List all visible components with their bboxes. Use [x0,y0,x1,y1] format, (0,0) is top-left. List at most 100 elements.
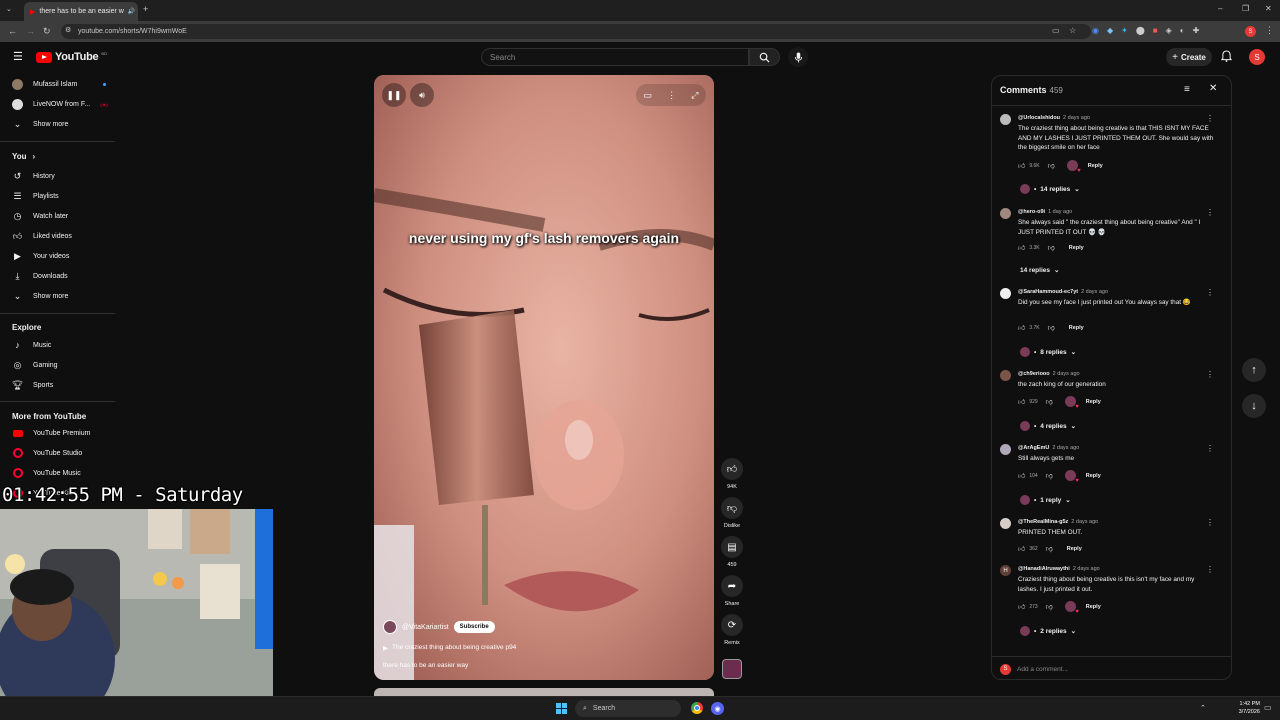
sidebar-item-music[interactable]: ♪ Music [12,338,51,352]
reply-button[interactable]: Reply [1086,604,1101,610]
share-button[interactable]: ➦ Share [720,575,744,607]
reply-button[interactable]: Reply [1086,399,1101,405]
reply-button[interactable]: Reply [1067,546,1082,552]
create-button[interactable]: + Create [1166,48,1212,66]
extension-icon[interactable]: ◆ [1107,26,1113,35]
commenter-avatar[interactable] [1000,208,1011,219]
thumbs-up-icon[interactable]: 👍︎ [1018,397,1025,406]
channel-avatar[interactable] [383,620,397,634]
reply-button[interactable]: Reply [1086,473,1101,479]
sidebar-item-sports[interactable]: 🏆︎ Sports [12,378,53,392]
account-avatar[interactable]: S [1249,49,1265,65]
extension-icon[interactable]: ◉ [1092,26,1099,35]
shorts-video-player[interactable]: never using my gf's lash removers again … [374,75,714,680]
captions-icon[interactable]: ▭ [644,90,653,101]
thumbs-down-icon[interactable]: 👎︎ [1046,544,1053,553]
sidebar-item-gaming[interactable]: ◎ Gaming [12,358,58,372]
thumbs-down-icon[interactable]: 👎︎ [1046,397,1053,406]
comment-author[interactable]: @Urlocalshidou 2 days ago [1018,115,1090,121]
comment-menu-icon[interactable]: ⋮ [1206,370,1214,379]
comment-author[interactable]: @HanadiAlruwaythi 2 days ago [1018,566,1100,572]
commenter-avatar[interactable] [1000,288,1011,299]
chrome-icon[interactable] [691,702,703,714]
like-button[interactable]: 👍︎ 94K [720,458,744,490]
search-button[interactable] [749,48,780,66]
commenter-avatar[interactable] [1000,114,1011,125]
sidebar-item-watch-later[interactable]: ◷ Watch later [12,209,69,223]
minimize-icon[interactable]: – [1218,5,1222,13]
thumbs-down-icon[interactable]: 👎︎ [1048,161,1055,170]
taskbar-search[interactable]: ⌕ Search [575,700,681,717]
reload-icon[interactable]: ↻ [43,27,51,36]
subscribe-button[interactable]: Subscribe [453,621,495,633]
hamburger-menu-icon[interactable]: ☰ [13,52,23,63]
start-button[interactable] [556,703,567,714]
sidebar-item-youtube-studio[interactable]: YouTube Studio [12,446,82,460]
comment-menu-icon[interactable]: ⋮ [1206,518,1214,527]
comment-menu-icon[interactable]: ⋮ [1206,288,1214,297]
view-replies-button[interactable]: • 4 replies ⌄ [1020,421,1076,431]
forward-icon[interactable]: → [26,27,35,36]
comment-menu-icon[interactable]: ⋮ [1206,114,1214,123]
extension-icon[interactable]: ■ [1153,26,1158,35]
tab-search-icon[interactable]: ⌄ [6,6,12,13]
sidebar-item-youtube-premium[interactable]: YouTube Premium [12,426,90,440]
view-replies-button[interactable]: • 2 replies ⌄ [1020,626,1076,636]
sound-thumbnail[interactable] [722,659,742,679]
comment-author[interactable]: @hero-o9i 1 day ago [1018,209,1072,215]
extension-icon[interactable]: ◈ [1166,26,1172,35]
thumbs-down-icon[interactable]: 👎︎ [1048,243,1055,252]
bookmark-star-icon[interactable]: ☆ [1069,27,1076,35]
view-replies-button[interactable]: 14 replies ⌄ [1020,266,1059,275]
sidebar-item-youtube-music[interactable]: YouTube Music [12,466,81,480]
dislike-button[interactable]: 👎︎ Dislike [720,497,744,529]
audio-icon[interactable]: 🔊 [128,8,135,15]
pause-button[interactable]: ❚❚ [382,83,406,107]
search-input[interactable]: Search [481,48,749,66]
youtube-logo[interactable]: YouTube BD [36,51,107,63]
channel-name[interactable]: @VitaKariartist [402,624,449,631]
browser-tab[interactable]: ▶ there has to be an easier w 🔊 ✕ [24,2,138,21]
notification-icon[interactable]: ▭ [1264,703,1272,712]
view-replies-button[interactable]: • 8 replies ⌄ [1020,347,1076,357]
commenter-avatar[interactable] [1000,444,1011,455]
sidebar-item-your-videos[interactable]: ▶ Your videos [12,249,69,263]
commenter-avatar[interactable]: H [1000,565,1011,576]
comment-author[interactable]: @ArAgEmU 2 days ago [1018,445,1079,451]
extension-icon[interactable]: ✦ [1121,26,1128,35]
thumbs-up-icon[interactable]: 👍︎ [1018,243,1025,252]
comment-menu-icon[interactable]: ⋮ [1206,565,1214,574]
commenter-avatar[interactable] [1000,370,1011,381]
profile-avatar-icon[interactable]: S [1245,26,1256,37]
thumbs-down-icon[interactable]: 👎︎ [1048,323,1055,332]
discord-icon[interactable]: ◉ [711,702,724,715]
comments-button[interactable]: ▤ 459 [720,536,744,568]
close-icon[interactable]: ✕ [1209,83,1217,94]
reply-button[interactable]: Reply [1069,245,1084,251]
comment-menu-icon[interactable]: ⋮ [1206,444,1214,453]
sidebar-subscription[interactable]: Mufassil Islam [12,77,107,91]
thumbs-up-icon[interactable]: 👍︎ [1018,161,1025,170]
sidebar-item-downloads[interactable]: ⤓ Downloads [12,269,68,283]
sort-icon[interactable]: ≡ [1184,84,1190,95]
new-tab-icon[interactable]: + [143,5,148,14]
thumbs-up-icon[interactable]: 👍︎ [1018,323,1025,332]
add-comment-input[interactable]: S Add a comment... [992,656,1231,679]
comment-author[interactable]: @TheRealMina-g5z 2 days ago [1018,519,1098,525]
view-replies-button[interactable]: • 14 replies ⌄ [1020,184,1080,194]
back-icon[interactable]: ← [8,27,17,36]
view-replies-button[interactable]: • 1 reply ⌄ [1020,495,1071,505]
thumbs-down-icon[interactable]: 👎︎ [1046,471,1053,480]
sidebar-show-more[interactable]: ⌄ Show more [12,289,69,303]
maximize-icon[interactable]: ❐ [1242,5,1249,13]
taskbar-clock[interactable]: 1:42 PM 3/7/2026 [1226,700,1260,716]
volume-button[interactable]: 🔊︎ [410,83,434,107]
extension-icon[interactable]: ◐ [1180,26,1185,35]
previous-short-button[interactable]: ↑ [1242,358,1266,382]
reply-button[interactable]: Reply [1088,163,1103,169]
window-close-icon[interactable]: ✕ [1265,5,1272,13]
puzzle-icon[interactable]: ✚ [1193,26,1200,35]
thumbs-up-icon[interactable]: 👍︎ [1018,471,1025,480]
next-short-button[interactable]: ↓ [1242,394,1266,418]
comment-author[interactable]: @ch9eriooo 2 days ago [1018,371,1080,377]
